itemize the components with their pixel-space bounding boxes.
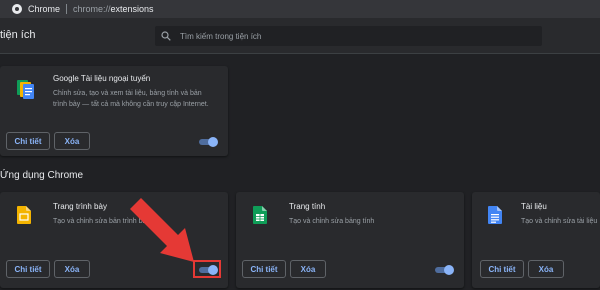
- url-text[interactable]: chrome://extensions: [73, 4, 154, 14]
- section-title: Ứng dụng Chrome: [0, 170, 84, 181]
- remove-button[interactable]: Xóa: [290, 260, 326, 278]
- docs-offline-icon: [17, 80, 34, 99]
- extension-desc-line2: trình bày — tất cả mà không cần truy cập…: [53, 101, 209, 108]
- toggle-knob: [208, 137, 218, 147]
- details-button[interactable]: Chi tiết: [480, 260, 524, 278]
- remove-button[interactable]: Xóa: [528, 260, 564, 278]
- sheets-icon: [253, 206, 267, 224]
- app-desc: Tạo và chỉnh sửa bảng tính: [289, 218, 375, 225]
- app-card: Trang tính Tạo và chỉnh sửa bảng tính Ch…: [236, 192, 464, 288]
- details-button[interactable]: Chi tiết: [242, 260, 286, 278]
- app-name: Trang trình bày: [53, 202, 107, 211]
- extension-desc-line1: Chỉnh sửa, tạo và xem tài liệu, bảng tín…: [53, 90, 202, 97]
- details-button[interactable]: Chi tiết: [6, 260, 50, 278]
- docs-icon: [488, 206, 502, 224]
- search-placeholder: Tìm kiếm trong tiện ích: [180, 31, 262, 41]
- site-label: Chrome: [28, 4, 61, 14]
- app-desc: Tạo và chỉnh sửa tài liệu: [521, 218, 598, 225]
- app-name: Trang tính: [289, 202, 326, 211]
- remove-button[interactable]: Xóa: [54, 260, 90, 278]
- enable-toggle[interactable]: [435, 265, 454, 275]
- remove-button[interactable]: Xóa: [54, 132, 90, 150]
- highlight-box: [193, 260, 221, 278]
- extension-card: Google Tài liệu ngoại tuyến Chỉnh sửa, t…: [0, 66, 228, 156]
- search-input[interactable]: Tìm kiếm trong tiện ích: [155, 26, 542, 46]
- chrome-icon: [12, 4, 22, 14]
- search-icon: [161, 31, 171, 41]
- address-bar[interactable]: Chrome chrome://extensions: [0, 0, 600, 18]
- app-name: Tài liệu: [521, 202, 547, 211]
- slides-icon: [17, 206, 31, 224]
- page-title: tiện ích: [0, 29, 36, 41]
- enable-toggle[interactable]: [199, 137, 218, 147]
- toggle-knob: [444, 265, 454, 275]
- app-card: Tài liệu Tạo và chỉnh sửa tài liệu Chi t…: [472, 192, 600, 288]
- details-button[interactable]: Chi tiết: [6, 132, 50, 150]
- extension-name: Google Tài liệu ngoại tuyến: [53, 74, 151, 83]
- divider: [66, 4, 68, 14]
- extensions-header: tiện ích Tìm kiếm trong tiện ích: [0, 18, 600, 54]
